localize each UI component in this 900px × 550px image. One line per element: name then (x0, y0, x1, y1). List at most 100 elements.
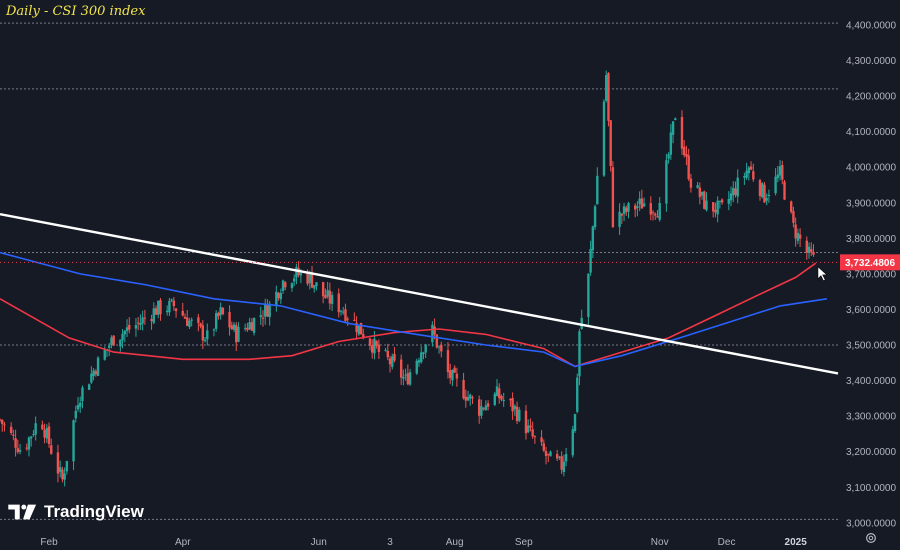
candle-body (527, 425, 530, 433)
candle-body (58, 467, 62, 472)
candle-body (190, 319, 193, 321)
candle-body (433, 326, 436, 335)
candle-body (63, 473, 66, 480)
candle-body (711, 202, 715, 212)
candle-body (683, 146, 686, 156)
candle-body (763, 184, 766, 203)
candle-body (700, 191, 704, 196)
trendline[interactable] (0, 212, 839, 375)
candle-body (524, 410, 528, 434)
candle-body (812, 252, 815, 255)
candle-body (203, 339, 207, 342)
candles (0, 70, 815, 487)
candle-body (515, 406, 519, 422)
last-price-label: 3,732.4806 (0, 254, 900, 271)
settings-gear-icon[interactable] (864, 531, 878, 545)
candle-body (486, 403, 490, 407)
candle-body (388, 358, 392, 365)
candle-body (502, 399, 505, 401)
candle-body (346, 318, 349, 320)
candle-body (252, 318, 256, 333)
ma-red-line (0, 262, 817, 368)
mouse-cursor-icon (817, 266, 828, 282)
candle-body (781, 165, 784, 180)
candle-body (72, 420, 75, 462)
candle-body (671, 121, 675, 135)
candle-body (658, 202, 661, 220)
candle-body (778, 166, 782, 176)
candle-body (622, 206, 626, 215)
candle-body (602, 101, 606, 176)
candle-body (266, 304, 269, 317)
candle-body (344, 309, 347, 321)
y-axis[interactable]: 3,000.0000 3,100.0000 3,200.0000 3,300.0000… (846, 20, 896, 529)
candle-body (555, 453, 559, 459)
candle-body (237, 326, 240, 342)
candle-body (96, 357, 100, 376)
candle-body (181, 310, 184, 316)
candle-body (720, 199, 724, 203)
candle-body (206, 330, 209, 340)
candle-body (103, 349, 106, 360)
candle-body (480, 406, 483, 416)
candle-body (716, 200, 719, 215)
tradingview-logo[interactable]: TradingView (8, 502, 144, 522)
candle-body (805, 240, 808, 253)
candle-body (342, 311, 345, 313)
candle-body (108, 345, 111, 348)
candle-body (794, 224, 797, 239)
candle-body (306, 273, 309, 284)
candle-body (92, 370, 95, 376)
candle-body (79, 402, 82, 407)
candle-body (667, 154, 670, 159)
candle-body (357, 325, 361, 335)
candle-body (807, 246, 811, 253)
candle-body (339, 310, 343, 312)
candle-body (384, 349, 387, 351)
candle-body (299, 273, 303, 276)
candle-body (417, 360, 421, 363)
candle-body (620, 213, 624, 216)
candle-body (736, 177, 739, 197)
candle-body (370, 345, 374, 353)
x-axis[interactable]: Feb Apr Jun 3 Aug Sep Nov Dec 2025 (40, 537, 807, 548)
candle-body (284, 282, 287, 288)
candle-body (25, 447, 28, 449)
candle-body (275, 291, 278, 306)
y-tick-label: 3,100.0000 (846, 483, 896, 494)
y-tick-label: 3,900.0000 (846, 198, 896, 209)
candle-body (633, 205, 637, 210)
candle-body (228, 312, 231, 328)
candle-body (642, 203, 646, 207)
candle-body (424, 344, 427, 353)
candle-body (589, 248, 592, 273)
candle-body (290, 283, 294, 289)
candle-body (495, 386, 499, 396)
candle-body (61, 469, 64, 480)
candle-body (368, 338, 372, 346)
candle-body (636, 206, 639, 208)
candle-body (466, 396, 470, 401)
y-tick-label: 3,600.0000 (846, 305, 896, 316)
candle-body (230, 325, 233, 330)
candle-body (571, 429, 574, 456)
candle-body (9, 426, 13, 433)
candle-body (30, 436, 33, 439)
candle-body (431, 324, 434, 343)
candle-body (656, 216, 659, 218)
candle-body (235, 325, 238, 343)
candle-body (749, 166, 753, 170)
candle-body (353, 319, 356, 321)
candle-body (765, 198, 768, 201)
candlestick-chart[interactable]: 3,000.0000 3,100.0000 3,200.0000 3,300.0000… (0, 0, 900, 550)
candle-body (696, 185, 699, 188)
candle-body (154, 308, 158, 315)
candle-body (611, 167, 615, 227)
candle-body (281, 280, 285, 291)
candle-body (197, 317, 200, 323)
candle-body (250, 322, 254, 331)
candle-body (573, 414, 577, 431)
candle-body (330, 295, 334, 304)
candle-body (464, 396, 468, 401)
candle-body (798, 234, 802, 239)
